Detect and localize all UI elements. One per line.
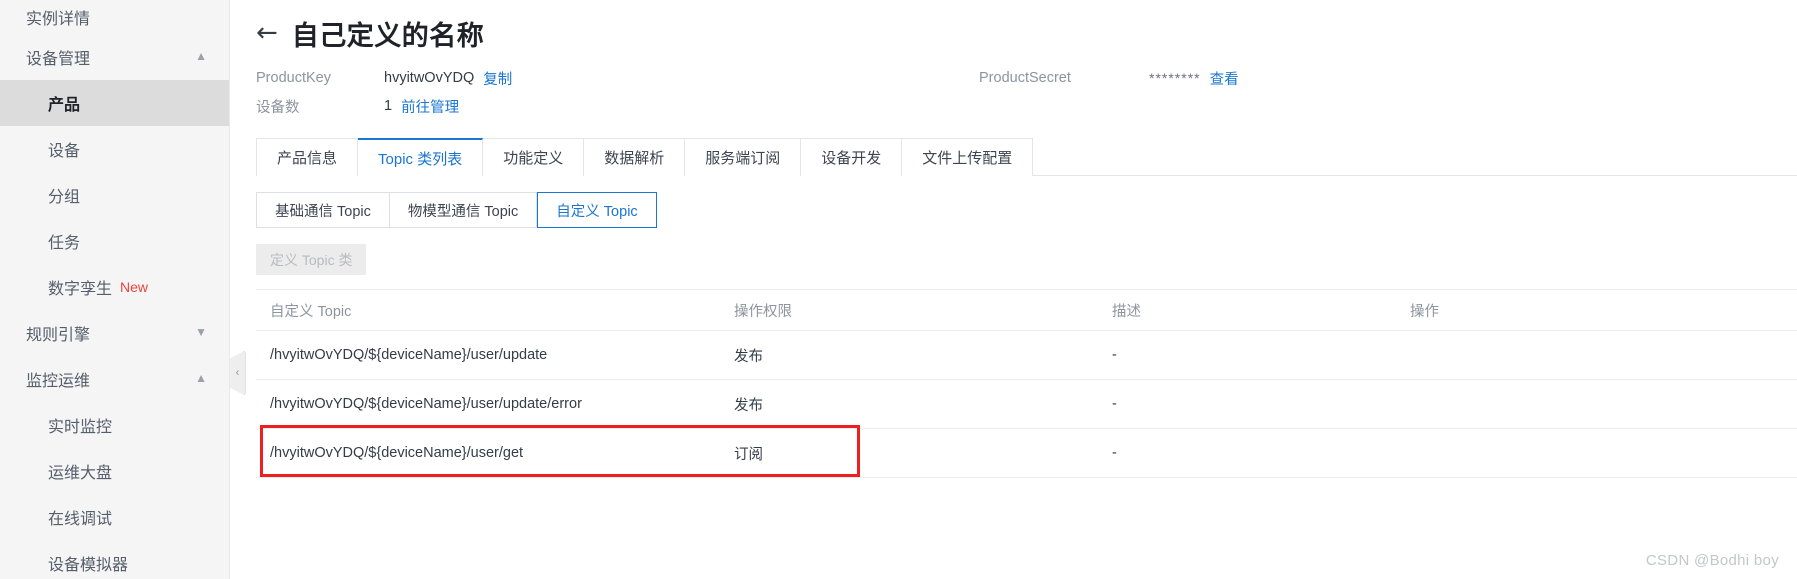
subtab-basic-topic[interactable]: 基础通信 Topic: [256, 192, 390, 228]
sidebar-item-label: 设备: [48, 143, 81, 160]
tab-data-parsing[interactable]: 数据解析: [584, 138, 686, 176]
sidebar-group-label: 监控运维: [26, 373, 91, 390]
meta-row-product-secret: ProductSecret ******** 查看: [979, 64, 1239, 92]
sidebar-item-devices[interactable]: 设备: [0, 126, 229, 172]
button-label: 定义 Topic 类: [270, 251, 353, 268]
define-topic-class-button[interactable]: 定义 Topic 类: [256, 244, 367, 275]
sidebar-item-label: 实时监控: [48, 419, 113, 436]
tab-label: 服务端订阅: [705, 150, 781, 167]
cell-description: -: [1112, 396, 1117, 412]
tab-product-info[interactable]: 产品信息: [256, 138, 359, 176]
sidebar: 实例详情 设备管理 ▲ 产品 设备 分组 任务 数字孪生 New 规则引擎 ▼: [0, 0, 230, 579]
topic-subtabs: 基础通信 Topic 物模型通信 Topic 自定义 Topic: [256, 192, 1797, 228]
cell-description: -: [1112, 445, 1117, 461]
main-content: ← 自己定义的名称 ProductKey hvyitwOvYDQ 复制 设备数 …: [230, 0, 1797, 579]
tab-file-upload-config[interactable]: 文件上传配置: [902, 138, 1034, 176]
tab-server-subscription[interactable]: 服务端订阅: [685, 138, 802, 176]
sidebar-item-label: 在线调试: [48, 511, 113, 528]
sidebar-item-device-simulator[interactable]: 设备模拟器: [0, 540, 229, 579]
subtab-custom-topic[interactable]: 自定义 Topic: [537, 192, 657, 228]
sidebar-item-tasks[interactable]: 任务: [0, 218, 229, 264]
sidebar-group-device-management[interactable]: 设备管理 ▲: [0, 34, 229, 80]
watermark: CSDN @Bodhi boy: [1645, 552, 1779, 569]
table-row[interactable]: /hvyitwOvYDQ/${deviceName}/user/update 发…: [256, 331, 1797, 380]
product-meta: ProductKey hvyitwOvYDQ 复制 设备数 1 前往管理 Pro…: [256, 64, 1797, 120]
subtab-tsl-topic[interactable]: 物模型通信 Topic: [389, 192, 538, 228]
chevron-left-icon: ‹: [235, 367, 240, 379]
column-header-permission: 操作权限: [734, 303, 792, 320]
sidebar-item-groups[interactable]: 分组: [0, 172, 229, 218]
chevron-down-icon: ▼: [195, 325, 207, 339]
sidebar-item-label: 数字孪生: [48, 281, 113, 298]
column-header-topic: 自定义 Topic: [270, 303, 352, 320]
column-header-description: 描述: [1112, 303, 1141, 320]
sidebar-item-online-debug[interactable]: 在线调试: [0, 494, 229, 540]
tab-topic-list[interactable]: Topic 类列表: [358, 138, 484, 176]
product-secret-masked-value: ********: [1149, 70, 1201, 86]
tab-label: 文件上传配置: [922, 150, 1013, 167]
product-tabs: 产品信息 Topic 类列表 功能定义 数据解析 服务端订阅 设备开发 文件上传…: [256, 138, 1797, 176]
sidebar-item-realtime-monitor[interactable]: 实时监控: [0, 402, 229, 448]
page-title: 自己定义的名称: [291, 20, 485, 51]
table-row[interactable]: /hvyitwOvYDQ/${deviceName}/user/update/e…: [256, 380, 1797, 429]
sidebar-item-label: 任务: [48, 235, 81, 252]
sidebar-item-products[interactable]: 产品: [0, 80, 229, 126]
sidebar-item-label: 设备模拟器: [48, 557, 129, 574]
tab-label: 设备开发: [821, 150, 882, 167]
tab-device-development[interactable]: 设备开发: [801, 138, 903, 176]
copy-product-key-link[interactable]: 复制: [483, 68, 512, 89]
sidebar-group-monitoring[interactable]: 监控运维 ▲: [0, 356, 229, 402]
sidebar-group-label: 规则引擎: [26, 327, 91, 344]
device-count-label: 设备数: [256, 99, 300, 116]
custom-topic-table: 自定义 Topic 操作权限 描述 操作 /hvyitwOvYDQ/${devi…: [256, 289, 1797, 478]
sidebar-item-instance-detail[interactable]: 实例详情: [0, 0, 229, 34]
sidebar-item-label: 实例详情: [26, 11, 91, 28]
cell-permission: 订阅: [734, 446, 763, 463]
tab-label: 功能定义: [503, 150, 564, 167]
cell-topic: /hvyitwOvYDQ/${deviceName}/user/update: [270, 347, 548, 363]
tab-label: 产品信息: [277, 150, 338, 167]
tab-label: 数据解析: [604, 150, 665, 167]
cell-permission: 发布: [734, 397, 763, 414]
view-product-secret-link[interactable]: 查看: [1210, 68, 1239, 89]
sidebar-item-label: 分组: [48, 189, 81, 206]
back-arrow-icon[interactable]: ←: [256, 20, 278, 46]
product-key-label: ProductKey: [256, 70, 331, 86]
product-key-value: hvyitwOvYDQ: [384, 70, 475, 86]
sidebar-item-ops-dashboard[interactable]: 运维大盘: [0, 448, 229, 494]
chevron-up-icon: ▲: [195, 49, 207, 63]
cell-description: -: [1112, 347, 1117, 363]
cell-topic: /hvyitwOvYDQ/${deviceName}/user/update/e…: [270, 396, 582, 412]
column-header-action: 操作: [1410, 303, 1439, 320]
sidebar-group-label: 设备管理: [26, 51, 91, 68]
table-header-row: 自定义 Topic 操作权限 描述 操作: [256, 289, 1797, 331]
sidebar-item-label: 产品: [48, 97, 81, 114]
goto-manage-link[interactable]: 前往管理: [401, 96, 459, 117]
tab-label: Topic 类列表: [378, 150, 463, 168]
subtab-label: 物模型通信 Topic: [407, 203, 519, 220]
product-secret-label: ProductSecret: [979, 70, 1071, 86]
subtab-label: 基础通信 Topic: [275, 203, 371, 220]
meta-row-device-count: 设备数 1 前往管理: [256, 92, 1797, 120]
table-row[interactable]: /hvyitwOvYDQ/${deviceName}/user/get 订阅 -: [256, 425, 1797, 478]
page-header: ← 自己定义的名称: [256, 0, 1797, 54]
device-count-value: 1: [384, 98, 393, 114]
subtab-label: 自定义 Topic: [556, 203, 638, 220]
chevron-up-icon: ▲: [195, 371, 207, 385]
cell-topic: /hvyitwOvYDQ/${deviceName}/user/get: [270, 445, 524, 461]
cell-permission: 发布: [734, 348, 763, 365]
sidebar-item-digital-twin[interactable]: 数字孪生 New: [0, 264, 229, 310]
app-root: 实例详情 设备管理 ▲ 产品 设备 分组 任务 数字孪生 New 规则引擎 ▼: [0, 0, 1797, 579]
tab-feature-definition[interactable]: 功能定义: [483, 138, 585, 176]
new-badge: New: [120, 279, 149, 295]
sidebar-item-label: 运维大盘: [48, 465, 113, 482]
sidebar-group-rule-engine[interactable]: 规则引擎 ▼: [0, 310, 229, 356]
